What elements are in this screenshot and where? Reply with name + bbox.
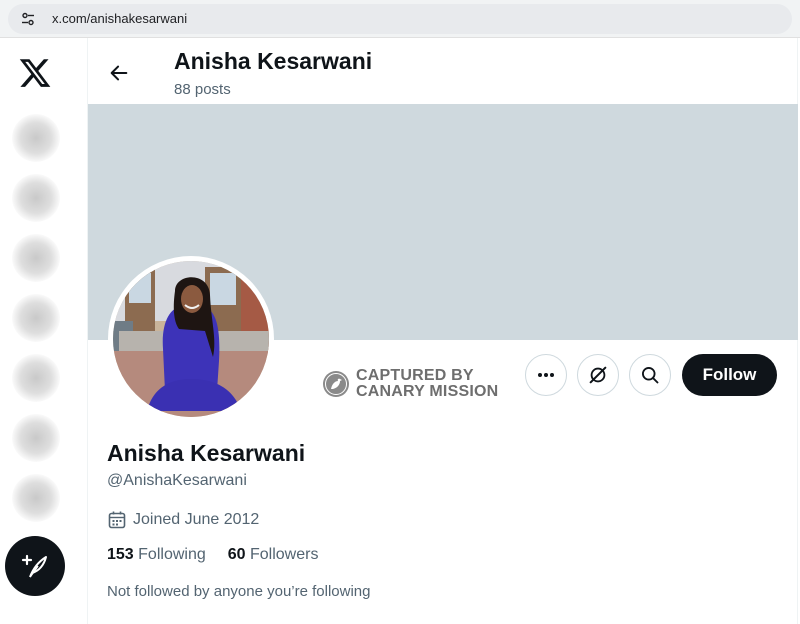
arrow-left-icon (110, 65, 128, 81)
canary-mission-logo-icon (323, 371, 349, 397)
compose-icon (21, 554, 47, 578)
site-settings-icon[interactable] (20, 11, 36, 27)
browser-toolbar: x.com/anishakesarwani (0, 0, 800, 38)
followers-count: 60 (227, 546, 246, 563)
profile-name: Anisha Kesarwani (107, 440, 306, 466)
follow-button[interactable]: Follow (682, 354, 777, 396)
compose-button[interactable] (5, 536, 65, 596)
home-icon[interactable] (12, 114, 60, 162)
more-options-button[interactable] (525, 354, 567, 396)
profile-handle: @AnishaKesarwani (107, 472, 247, 489)
header-name: Anisha Kesarwani (174, 48, 373, 74)
followers-link[interactable]: 60 Followers (228, 546, 319, 564)
following-label: Following (138, 546, 206, 563)
url-text[interactable]: x.com/anishakesarwani (52, 11, 187, 26)
grok-button[interactable] (577, 354, 619, 396)
profile-header-bar: Anisha Kesarwani 88 posts (88, 38, 798, 104)
notifications-icon[interactable] (12, 234, 60, 282)
joined-date: Joined June 2012 (107, 510, 259, 530)
avatar[interactable] (108, 256, 274, 422)
following-link[interactable]: 153 Following (107, 546, 206, 564)
bookmarks-icon[interactable] (12, 354, 60, 402)
messages-icon[interactable] (12, 294, 60, 342)
more-icon[interactable] (12, 474, 60, 522)
captured-watermark: CAPTURED BY CANARY MISSION (322, 368, 498, 400)
left-sidebar (0, 38, 88, 624)
follow-stats: 153 Following 60 Followers (107, 546, 318, 564)
post-count: 88 posts (174, 81, 231, 98)
back-button[interactable] (104, 58, 134, 88)
grok-icon (589, 366, 607, 384)
profile-icon[interactable] (12, 414, 60, 462)
followers-label: Followers (250, 546, 319, 563)
search-profile-button[interactable] (629, 354, 671, 396)
x-logo-icon[interactable] (18, 56, 52, 90)
more-horizontal-icon (538, 373, 554, 377)
joined-text: Joined June 2012 (133, 511, 260, 528)
watermark-line-1: CAPTURED BY (356, 367, 474, 384)
calendar-icon (108, 511, 126, 529)
search-icon (642, 367, 659, 384)
mutual-followers-note: Not followed by anyone you’re following (107, 583, 371, 600)
avatar-photo (113, 261, 269, 417)
profile-column: Anisha Kesarwani 88 posts CAPTURED BY CA… (88, 38, 798, 624)
following-count: 153 (107, 546, 134, 563)
explore-icon[interactable] (12, 174, 60, 222)
watermark-line-2: CANARY MISSION (356, 383, 499, 400)
address-bar[interactable]: x.com/anishakesarwani (8, 4, 792, 34)
